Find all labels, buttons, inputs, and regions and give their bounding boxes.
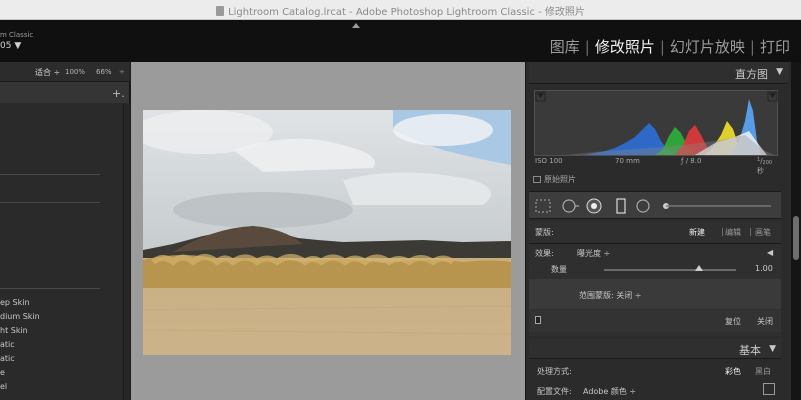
- effect-collapse-icon[interactable]: ◀: [767, 248, 773, 257]
- amount-slider-knob[interactable]: [695, 265, 704, 271]
- preset-item[interactable]: dium Skin: [0, 312, 40, 321]
- left-panel-scrollbar[interactable]: [124, 104, 130, 400]
- mask-brush-button[interactable]: 画笔: [755, 227, 771, 238]
- document-icon: [216, 6, 225, 16]
- reset-button[interactable]: 复位: [725, 316, 741, 327]
- landscape-photo[interactable]: [143, 110, 511, 355]
- identity-line1: m Classic: [0, 31, 34, 39]
- red-eye-icon: [586, 198, 602, 214]
- scrollbar-thumb[interactable]: [793, 216, 799, 260]
- module-develop[interactable]: 修改照片: [590, 38, 660, 56]
- histogram-header[interactable]: 直方图 ▼: [529, 62, 788, 84]
- right-panel-scrollbar[interactable]: [791, 62, 801, 400]
- preset-item[interactable]: atic: [0, 340, 15, 349]
- collapse-basic-icon[interactable]: ▼: [769, 344, 776, 354]
- amount-slider-track[interactable]: [604, 269, 736, 271]
- close-button[interactable]: 关闭: [757, 316, 773, 327]
- focal-length-value: 70 mm: [615, 157, 640, 165]
- treatment-label: 处理方式:: [537, 367, 572, 376]
- add-preset-button[interactable]: +.: [112, 87, 125, 100]
- zoom-fit-option[interactable]: 适合 ÷: [35, 67, 60, 78]
- window-titlebar: Lightroom Catalog.lrcat - Adobe Photosho…: [0, 0, 801, 20]
- original-photo-toggle[interactable]: 原始照片: [533, 174, 576, 185]
- collapse-top-panel-icon[interactable]: [352, 23, 360, 28]
- histogram-title: 直方图: [735, 68, 768, 81]
- amount-value[interactable]: 1.00: [755, 264, 773, 273]
- profile-dropdown[interactable]: Adobe 颜色 ÷: [583, 386, 636, 397]
- basic-panel-title: 基本: [739, 344, 761, 357]
- preset-item[interactable]: atic: [0, 354, 15, 363]
- tool-strip: [529, 191, 781, 219]
- profile-label: 配置文件:: [537, 387, 572, 396]
- preset-item[interactable]: ep Skin: [0, 298, 30, 307]
- mask-footer: 复位 关闭: [529, 310, 781, 332]
- basic-panel-header[interactable]: 基本 ▼: [529, 339, 781, 359]
- divider: [0, 202, 100, 203]
- module-print[interactable]: 打印: [755, 38, 795, 56]
- zoom-66-option[interactable]: 66%: [96, 68, 112, 76]
- zoom-menu-arrows[interactable]: ÷: [119, 68, 125, 76]
- window-title-text: Lightroom Catalog.lrcat - Adobe Photosho…: [228, 7, 585, 18]
- mask-edit-button[interactable]: 编辑: [725, 227, 741, 238]
- preset-item[interactable]: ht Skin: [0, 326, 28, 335]
- module-slideshow[interactable]: 幻灯片放映: [665, 38, 750, 56]
- module-picker: 图库 | 修改照片 | 幻灯片放映 | 打印: [545, 36, 795, 57]
- shutter-value: 1/200 秒: [757, 157, 773, 175]
- profile-browser-icon[interactable]: [763, 383, 775, 395]
- zoom-100-option[interactable]: 100%: [65, 68, 85, 76]
- image-viewer: [131, 62, 525, 400]
- identity-line2[interactable]: 05 ▼: [0, 41, 33, 51]
- module-library[interactable]: 图库: [545, 38, 585, 56]
- iso-value: ISO 100: [535, 157, 563, 165]
- checkbox-icon[interactable]: [533, 176, 541, 183]
- window-title: Lightroom Catalog.lrcat - Adobe Photosho…: [0, 3, 801, 18]
- crop-overlay-icon: [535, 199, 551, 213]
- mask-mode-row: 蒙版: 新建 | 编辑 | 画笔: [535, 227, 771, 238]
- mask-label: 蒙版:: [535, 228, 554, 237]
- left-panel: 适合 ÷ 100% 66% ÷ +. ep Skin dium Skin ht …: [0, 62, 130, 400]
- treatment-bw-button[interactable]: 黑白: [755, 366, 771, 377]
- module-bar: m Classic 05 ▼ 图库 | 修改照片 | 幻灯片放映 | 打印: [0, 20, 801, 62]
- collapse-histogram-icon[interactable]: ▼: [776, 67, 783, 77]
- preset-item[interactable]: el: [0, 382, 7, 391]
- aperture-value: ƒ / 8.0: [681, 157, 702, 165]
- divider: [0, 174, 100, 175]
- range-mask-dropdown[interactable]: 范围蒙版: 关闭 ÷: [579, 290, 641, 301]
- graduated-filter-icon: [616, 198, 626, 214]
- presets-list: ep Skin dium Skin ht Skin atic atic e el: [0, 104, 124, 400]
- right-panel: 直方图 ▼ ISO 100 70 mm ƒ / 8.0 1/200 秒 原始照片: [525, 62, 791, 400]
- brush-size-slider: [663, 203, 771, 209]
- histogram-exif-info: ISO 100 70 mm ƒ / 8.0 1/200 秒: [535, 157, 779, 175]
- preset-item[interactable]: e: [0, 368, 5, 377]
- effect-row: 效果: 曝光度 ÷ ◀: [529, 245, 781, 261]
- histogram-graph[interactable]: [534, 90, 778, 156]
- treatment-color-button[interactable]: 彩色: [725, 366, 741, 377]
- navigator-header: 适合 ÷ 100% 66% ÷: [0, 62, 130, 82]
- treatment-row: 处理方式: 彩色 黑白: [529, 362, 781, 380]
- divider: [529, 243, 781, 244]
- spot-removal-icon: [562, 199, 579, 213]
- shadow-clipping-icon: [537, 93, 544, 98]
- profile-row: 配置文件: Adobe 颜色 ÷: [529, 382, 781, 400]
- amount-label: 数量: [551, 265, 567, 274]
- radial-filter-icon: [636, 199, 650, 213]
- effect-label: 效果:: [535, 249, 554, 258]
- presets-header: +.: [0, 84, 130, 104]
- range-mask-row: 范围蒙版: 关闭 ÷: [529, 279, 781, 309]
- divider: [0, 288, 100, 289]
- mask-toggle-icon[interactable]: [535, 316, 541, 324]
- effect-dropdown[interactable]: 曝光度 ÷: [577, 248, 610, 259]
- app-identity-plate: m Classic 05 ▼: [0, 31, 33, 51]
- mask-new-button[interactable]: 新建: [689, 227, 705, 238]
